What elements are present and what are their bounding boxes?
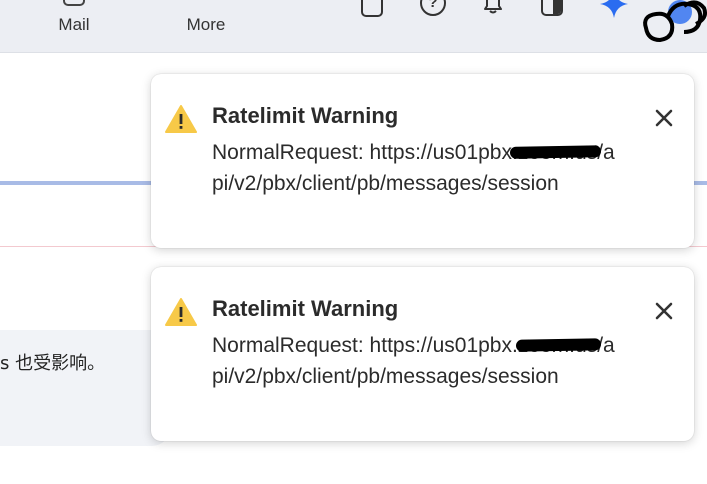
nav-item-mail[interactable]: Mail (44, 0, 104, 53)
redacted-text: zoom.us (518, 330, 597, 361)
bell-icon[interactable] (480, 0, 506, 16)
toast-message: NormalRequest: https://us01pbx.zoom.us/a… (212, 137, 622, 199)
redacted-text: .zoom.us (512, 137, 597, 168)
nav-label-more: More (186, 15, 226, 34)
help-icon[interactable]: ? (420, 0, 446, 16)
message-bubble-text: s 也受影响。 (0, 353, 106, 374)
warning-icon (165, 105, 197, 133)
square-icon[interactable] (361, 0, 383, 17)
toast-title: Ratelimit Warning (212, 296, 399, 321)
toast-message: NormalRequest: https://us01pbx.zoom.us/a… (212, 330, 622, 392)
ratelimit-warning-toast: Ratelimit Warning NormalRequest: https:/… (151, 74, 694, 248)
ratelimit-warning-toast: Ratelimit Warning NormalRequest: https:/… (151, 267, 694, 441)
nav-item-more[interactable]: More (176, 0, 236, 53)
message-prefix: NormalRequest: https://us01pbx. (212, 334, 518, 357)
warning-icon (165, 298, 197, 326)
panel-icon[interactable] (541, 0, 563, 16)
mail-icon (63, 0, 85, 6)
top-nav-bar: Mail More ? (0, 0, 707, 53)
nav-label-mail: Mail (58, 15, 90, 34)
sparkle-icon[interactable] (598, 0, 630, 20)
close-icon[interactable] (651, 105, 677, 131)
close-icon[interactable] (651, 298, 677, 324)
toast-title: Ratelimit Warning (212, 103, 399, 128)
message-prefix: NormalRequest: https://us01pbx (212, 141, 512, 164)
avatar[interactable] (640, 0, 707, 46)
message-bubble (0, 330, 170, 446)
